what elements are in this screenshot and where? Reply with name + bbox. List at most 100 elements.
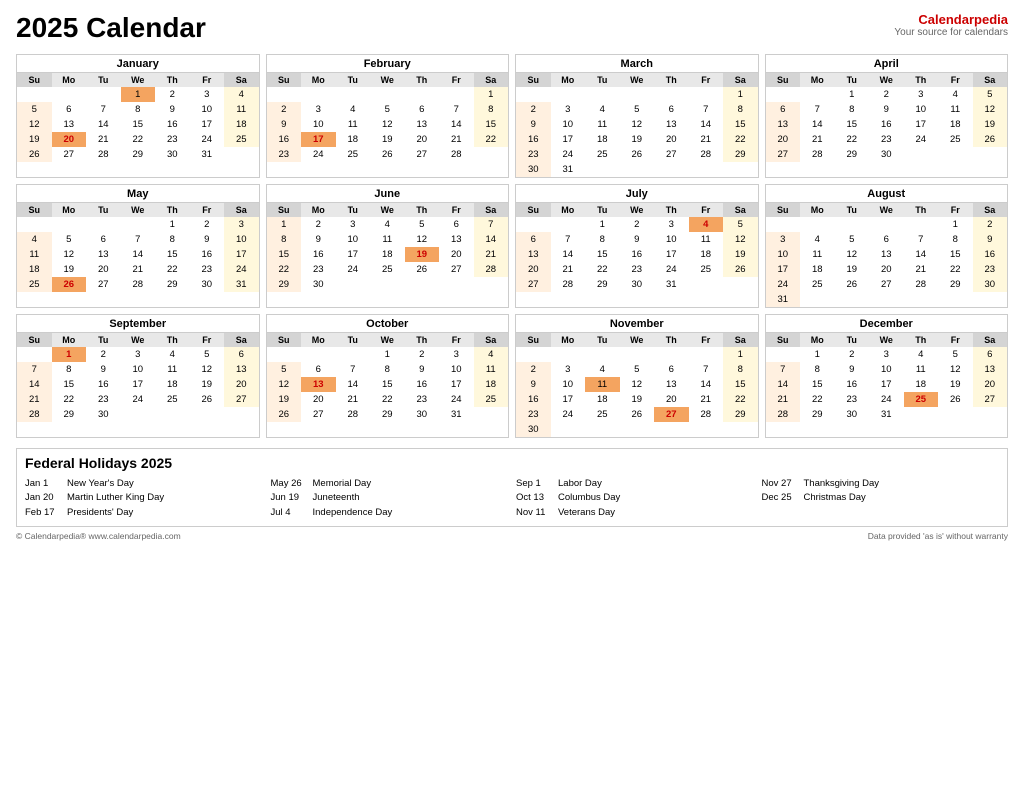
day-cell: 16 xyxy=(973,247,1008,262)
day-cell xyxy=(620,87,655,102)
month-february: FebruarySuMoTuWeThFrSa123456789101112131… xyxy=(266,54,510,178)
day-cell: 22 xyxy=(723,392,758,407)
day-cell: 2 xyxy=(267,102,302,117)
day-cell: 6 xyxy=(869,232,904,247)
day-cell: 26 xyxy=(835,277,870,292)
holiday-name: Veterans Day xyxy=(558,506,615,520)
day-cell: 14 xyxy=(474,232,509,247)
day-cell: 24 xyxy=(190,132,225,147)
day-cell: 12 xyxy=(370,117,405,132)
day-cell: 23 xyxy=(301,262,336,277)
day-header-su: Su xyxy=(516,73,551,87)
day-cell: 25 xyxy=(336,147,371,162)
day-cell: 18 xyxy=(336,132,371,147)
day-cell: 11 xyxy=(800,247,835,262)
day-cell: 16 xyxy=(620,247,655,262)
holiday-item: Jan 1New Year's Day xyxy=(25,477,263,491)
day-cell xyxy=(301,347,336,362)
day-cell: 9 xyxy=(835,362,870,377)
day-cell: 14 xyxy=(336,377,371,392)
day-cell: 2 xyxy=(190,217,225,232)
day-header-mo: Mo xyxy=(301,203,336,217)
day-header-we: We xyxy=(869,73,904,87)
day-cell: 19 xyxy=(973,117,1008,132)
day-cell: 8 xyxy=(723,362,758,377)
day-cell: 30 xyxy=(516,162,551,177)
day-cell: 21 xyxy=(439,132,474,147)
day-cell: 25 xyxy=(474,392,509,407)
day-cell: 12 xyxy=(267,377,302,392)
month-title-july: July xyxy=(516,185,758,203)
day-header-tu: Tu xyxy=(336,333,371,347)
day-cell xyxy=(190,407,225,422)
day-cell: 2 xyxy=(516,362,551,377)
day-cell: 5 xyxy=(190,347,225,362)
day-cell xyxy=(474,277,509,292)
day-cell: 23 xyxy=(516,407,551,422)
holiday-item: Dec 25Christmas Day xyxy=(762,491,1000,505)
day-cell: 20 xyxy=(405,132,440,147)
day-cell: 22 xyxy=(835,132,870,147)
day-cell: 12 xyxy=(723,232,758,247)
day-cell: 7 xyxy=(904,232,939,247)
day-cell: 5 xyxy=(267,362,302,377)
holiday-date: Sep 1 xyxy=(516,477,552,491)
day-cell: 22 xyxy=(474,132,509,147)
day-cell: 2 xyxy=(155,87,190,102)
day-header-fr: Fr xyxy=(439,333,474,347)
day-cell: 23 xyxy=(869,132,904,147)
day-cell: 3 xyxy=(301,102,336,117)
day-cell: 7 xyxy=(121,232,156,247)
month-december: DecemberSuMoTuWeThFrSa123456789101112131… xyxy=(765,314,1009,438)
day-cell: 27 xyxy=(869,277,904,292)
day-cell: 25 xyxy=(689,262,724,277)
day-header-sa: Sa xyxy=(224,203,259,217)
day-cell xyxy=(370,277,405,292)
day-cell: 9 xyxy=(155,102,190,117)
day-cell: 6 xyxy=(516,232,551,247)
day-cell: 19 xyxy=(405,247,440,262)
day-header-we: We xyxy=(370,203,405,217)
day-cell: 16 xyxy=(835,377,870,392)
holiday-date: Nov 11 xyxy=(516,506,552,520)
day-cell: 14 xyxy=(689,377,724,392)
day-cell: 18 xyxy=(370,247,405,262)
day-header-su: Su xyxy=(516,333,551,347)
day-cell: 18 xyxy=(689,247,724,262)
day-cell: 17 xyxy=(336,247,371,262)
day-cell: 26 xyxy=(267,407,302,422)
holiday-column-1: May 26Memorial DayJun 19JuneteenthJul 4I… xyxy=(271,477,509,520)
day-header-we: We xyxy=(121,203,156,217)
day-cell: 12 xyxy=(405,232,440,247)
day-cell: 1 xyxy=(370,347,405,362)
day-cell: 10 xyxy=(654,232,689,247)
day-cell: 14 xyxy=(766,377,801,392)
day-header-su: Su xyxy=(17,333,52,347)
day-header-su: Su xyxy=(766,203,801,217)
day-cell: 30 xyxy=(155,147,190,162)
day-cell xyxy=(620,422,655,437)
day-cell: 8 xyxy=(585,232,620,247)
day-header-mo: Mo xyxy=(551,203,586,217)
day-cell: 4 xyxy=(689,217,724,232)
day-cell: 30 xyxy=(620,277,655,292)
day-cell: 9 xyxy=(267,117,302,132)
day-cell: 3 xyxy=(121,347,156,362)
day-header-we: We xyxy=(370,73,405,87)
day-cell: 3 xyxy=(869,347,904,362)
day-cell: 10 xyxy=(190,102,225,117)
day-cell: 25 xyxy=(585,147,620,162)
day-header-th: Th xyxy=(654,73,689,87)
brand-tagline: Your source for calendars xyxy=(894,27,1008,38)
day-cell: 17 xyxy=(904,117,939,132)
day-cell: 27 xyxy=(86,277,121,292)
day-header-we: We xyxy=(869,333,904,347)
day-cell: 13 xyxy=(654,377,689,392)
day-cell xyxy=(689,277,724,292)
day-header-sa: Sa xyxy=(224,333,259,347)
day-cell xyxy=(766,217,801,232)
day-cell: 1 xyxy=(800,347,835,362)
day-header-fr: Fr xyxy=(938,203,973,217)
page-footer: © Calendarpedia® www.calendarpedia.com D… xyxy=(16,531,1008,541)
day-cell: 11 xyxy=(336,117,371,132)
